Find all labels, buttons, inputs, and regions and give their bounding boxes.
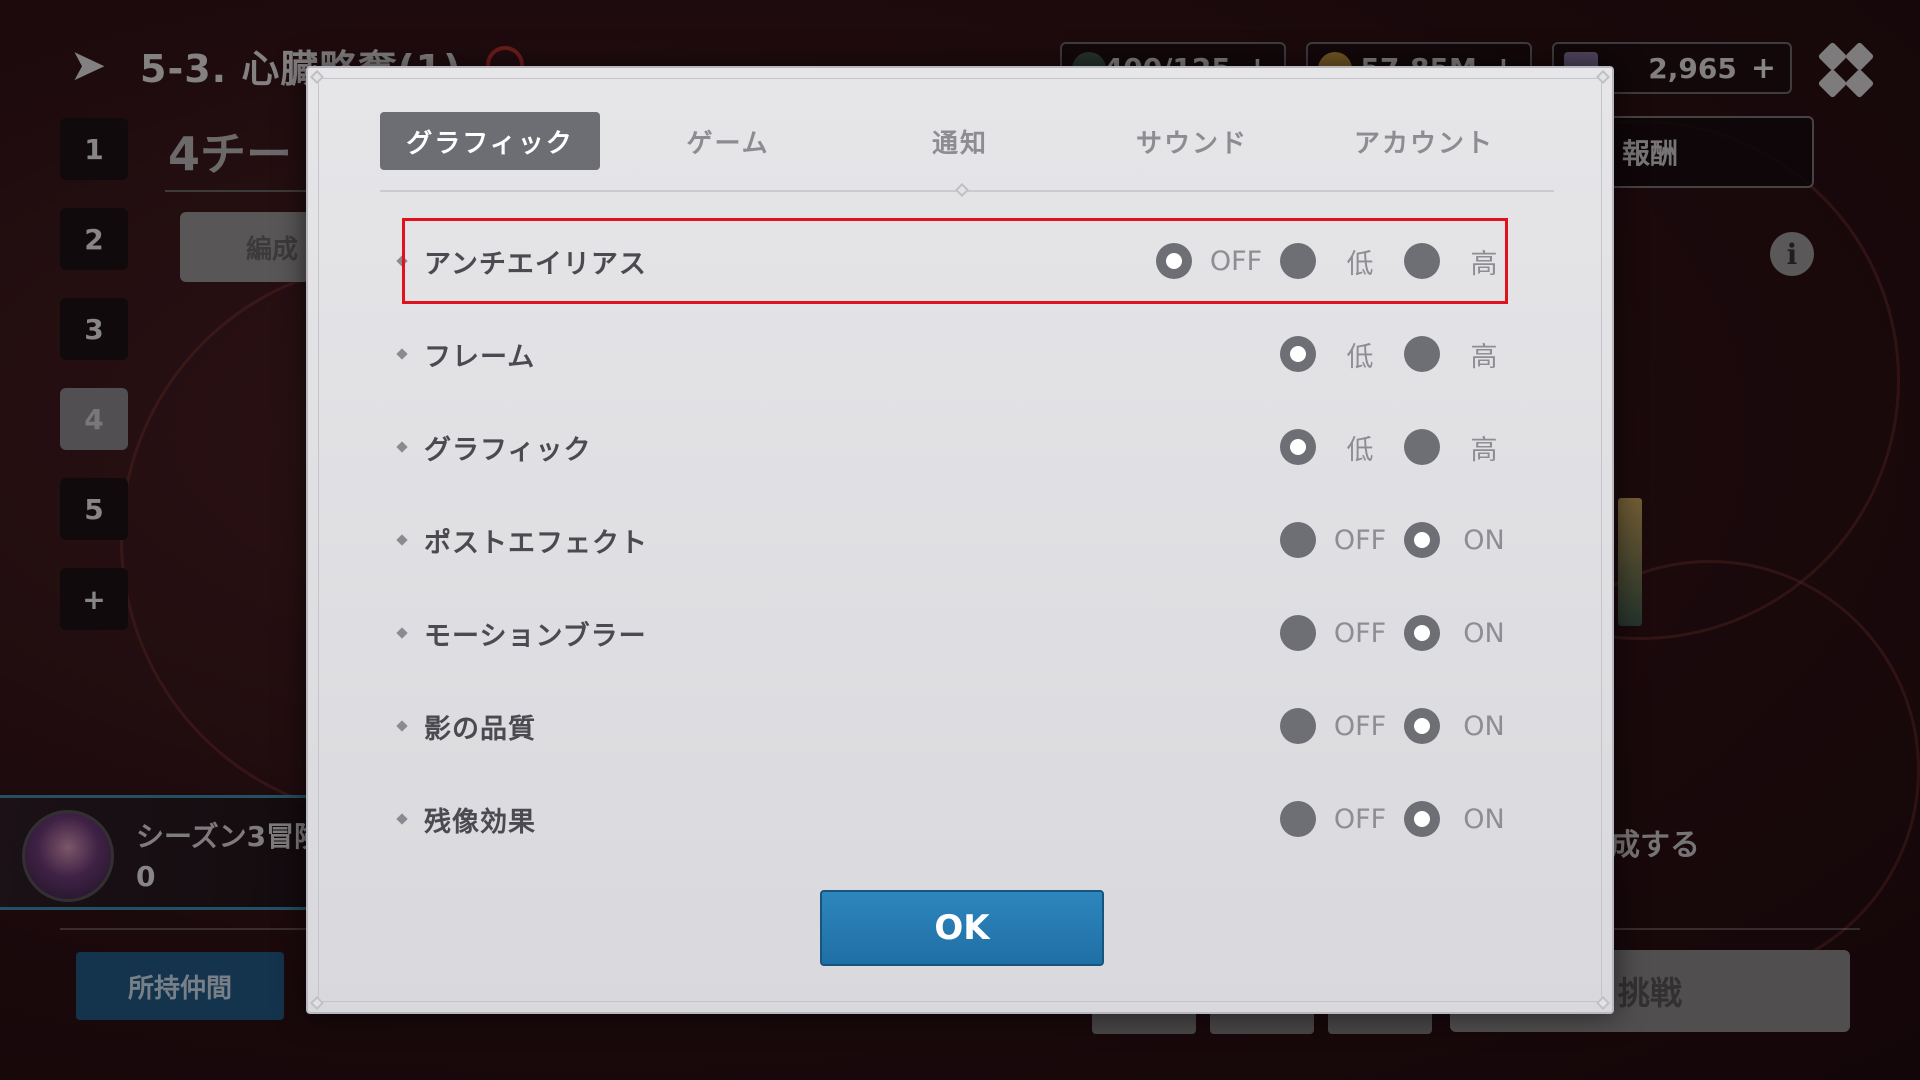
option-off[interactable]: OFF bbox=[1280, 615, 1404, 651]
bullet-icon bbox=[396, 348, 408, 360]
option-label: ON bbox=[1463, 617, 1505, 649]
option-label: 高 bbox=[1470, 341, 1498, 373]
bullet-icon bbox=[396, 534, 408, 546]
radio-button[interactable] bbox=[1404, 429, 1440, 465]
setting-row-post-effect: ポストエフェクト OFF ON bbox=[396, 510, 1528, 570]
option-off[interactable]: OFF bbox=[1280, 708, 1404, 744]
tab-notifications[interactable]: 通知 bbox=[844, 112, 1076, 170]
option-low[interactable]: 低 bbox=[1280, 428, 1404, 467]
option-high[interactable]: 高 bbox=[1404, 428, 1528, 467]
option-off[interactable]: OFF bbox=[1280, 522, 1404, 558]
setting-row-graphics: グラフィック 低 高 bbox=[396, 417, 1528, 477]
radio-button[interactable] bbox=[1280, 801, 1316, 837]
setting-label: 影の品質 bbox=[424, 713, 536, 745]
setting-label: グラフィック bbox=[424, 434, 592, 466]
bullet-icon bbox=[396, 627, 408, 639]
option-label: ON bbox=[1463, 524, 1505, 556]
radio-button-selected[interactable] bbox=[1404, 708, 1440, 744]
radio-button[interactable] bbox=[1280, 522, 1316, 558]
radio-button-selected[interactable] bbox=[1404, 615, 1440, 651]
option-label: 高 bbox=[1470, 434, 1498, 466]
option-on[interactable]: ON bbox=[1404, 708, 1528, 744]
setting-label: 残像効果 bbox=[424, 806, 536, 838]
setting-label: フレーム bbox=[424, 341, 536, 373]
option-low[interactable]: 低 bbox=[1280, 335, 1404, 374]
option-label: 低 bbox=[1346, 341, 1374, 373]
radio-button-selected[interactable] bbox=[1404, 801, 1440, 837]
setting-row-shadow-quality: 影の品質 OFF ON bbox=[396, 696, 1528, 756]
option-high[interactable]: 高 bbox=[1404, 335, 1528, 374]
option-on[interactable]: ON bbox=[1404, 522, 1528, 558]
setting-row-afterimage: 残像効果 OFF ON bbox=[396, 789, 1528, 849]
radio-button[interactable] bbox=[1280, 708, 1316, 744]
option-label: OFF bbox=[1333, 710, 1387, 742]
radio-button[interactable] bbox=[1404, 336, 1440, 372]
setting-label: ポストエフェクト bbox=[424, 527, 648, 559]
option-on[interactable]: ON bbox=[1404, 615, 1528, 651]
settings-tabs: グラフィック ゲーム 通知 サウンド アカウント bbox=[380, 112, 1540, 170]
highlight-box bbox=[402, 218, 1508, 304]
option-label: 低 bbox=[1346, 434, 1374, 466]
option-label: OFF bbox=[1333, 524, 1387, 556]
option-label: OFF bbox=[1333, 803, 1387, 835]
tab-sound[interactable]: サウンド bbox=[1076, 112, 1308, 170]
bullet-icon bbox=[396, 720, 408, 732]
radio-button[interactable] bbox=[1280, 615, 1316, 651]
bullet-icon bbox=[396, 813, 408, 825]
bullet-icon bbox=[396, 441, 408, 453]
setting-row-frame: フレーム 低 高 bbox=[396, 324, 1528, 384]
setting-label: モーションブラー bbox=[424, 620, 647, 652]
radio-button-selected[interactable] bbox=[1280, 336, 1316, 372]
setting-row-motion-blur: モーションブラー OFF ON bbox=[396, 603, 1528, 663]
option-off[interactable]: OFF bbox=[1280, 801, 1404, 837]
tab-game[interactable]: ゲーム bbox=[612, 112, 844, 170]
option-label: ON bbox=[1463, 710, 1505, 742]
option-label: OFF bbox=[1333, 617, 1387, 649]
radio-button-selected[interactable] bbox=[1404, 522, 1440, 558]
tab-account[interactable]: アカウント bbox=[1308, 112, 1540, 170]
option-label: ON bbox=[1463, 803, 1505, 835]
option-on[interactable]: ON bbox=[1404, 801, 1528, 837]
ok-button[interactable]: OK bbox=[820, 890, 1104, 966]
radio-button-selected[interactable] bbox=[1280, 429, 1316, 465]
tab-graphics[interactable]: グラフィック bbox=[380, 112, 601, 170]
settings-dialog: グラフィック ゲーム 通知 サウンド アカウント アンチエイリアス OFF 低 … bbox=[306, 66, 1614, 1014]
